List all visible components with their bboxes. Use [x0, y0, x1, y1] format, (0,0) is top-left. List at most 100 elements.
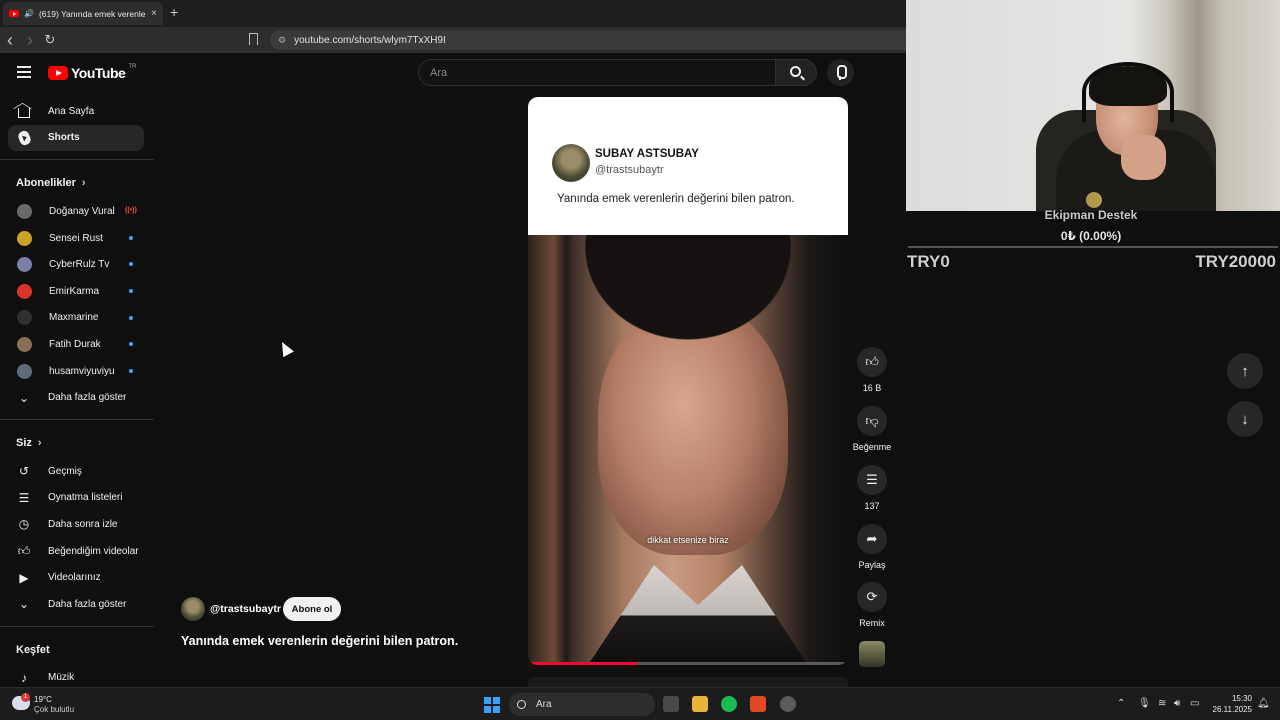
sidebar-item-your-videos[interactable]: ▶ Videolarınız — [0, 564, 154, 591]
new-content-dot — [129, 315, 133, 320]
notification-bell-icon[interactable]: 🔔︎ — [1257, 698, 1270, 709]
browser-tab[interactable]: 🔊 (619) Yanında emek verenleri × — [3, 2, 163, 25]
subscribe-button[interactable]: Abone ol — [283, 597, 341, 621]
previous-short-button[interactable]: ↑ — [1227, 353, 1263, 389]
show-more-you[interactable]: ⌄ Daha fazla göster — [0, 591, 154, 618]
youtube-logo[interactable]: YouTube TR — [48, 64, 136, 81]
channel-handle[interactable]: @trastsubaytr — [210, 603, 281, 615]
remix-label: Remix — [859, 618, 885, 628]
spotify-icon[interactable] — [721, 696, 737, 712]
sidebar-item-label: Maxmarine — [49, 312, 99, 324]
file-explorer-icon[interactable] — [692, 696, 708, 712]
url-text: youtube.com/shorts/wlym7TxXH9I — [294, 34, 446, 46]
youtube-favicon-icon — [9, 10, 19, 17]
bookmark-icon[interactable] — [249, 33, 258, 45]
donation-progress-bar — [908, 246, 1278, 248]
speaker-icon[interactable]: 🔊 — [24, 9, 34, 18]
arrow-up-icon: ↑ — [1241, 362, 1249, 380]
tab-close-icon[interactable]: × — [151, 8, 157, 19]
site-info-icon[interactable]: ⚙ — [278, 35, 286, 46]
brave-browser-icon[interactable] — [750, 696, 766, 712]
sidebar-item-label: Sensei Rust — [49, 232, 103, 244]
wifi-icon[interactable]: ≋ — [1158, 698, 1166, 709]
short-player[interactable]: SUBAY ASTSUBAY @trastsubaytr Yanında eme… — [528, 97, 848, 665]
donation-goal-min: TRY0 — [907, 252, 950, 271]
divider — [0, 159, 154, 161]
video-frame[interactable]: dikkat etsenize biraz — [528, 235, 848, 665]
live-indicator-icon: ((•)) — [125, 207, 137, 215]
next-short-button[interactable]: ↓ — [1227, 401, 1263, 437]
remix-button[interactable]: ⟳ Remix — [852, 582, 892, 628]
channel-avatar[interactable] — [181, 597, 205, 621]
volume-icon[interactable]: 🔊︎ — [1174, 698, 1180, 709]
weather-description[interactable]: Çok bulutlu — [34, 705, 74, 714]
sidebar-item-label: Geçmiş — [48, 465, 82, 477]
task-view-icon[interactable] — [663, 696, 679, 712]
sidebar-item-subscription[interactable]: Sensei Rust — [0, 225, 154, 252]
sidebar-item-home[interactable]: Ana Sayfa — [0, 98, 154, 125]
forward-button[interactable]: › — [20, 30, 40, 51]
weather-temperature[interactable]: 19°C — [34, 695, 52, 704]
sidebar-item-subscription[interactable]: Fatih Durak — [0, 331, 154, 358]
sidebar: Ana Sayfa Shorts Abonelikler › Doğanay V… — [0, 98, 154, 691]
sidebar-item-history[interactable]: ↺ Geçmiş — [0, 458, 154, 485]
sidebar-item-subscription[interactable]: CyberRulz Tv — [0, 251, 154, 278]
url-field[interactable]: ⚙ youtube.com/shorts/wlym7TxXH9I — [270, 30, 906, 50]
remix-icon: ⟳ — [857, 582, 887, 612]
new-content-dot — [129, 368, 133, 373]
sidebar-item-subscription[interactable]: Doğanay Vural ((•)) — [0, 198, 154, 225]
sidebar-item-liked-videos[interactable]: 👍︎ Beğendiğim videolar — [0, 538, 154, 565]
tab-title: (619) Yanında emek verenleri — [38, 8, 147, 19]
sidebar-item-label: Beğendiğim videolar — [48, 545, 139, 557]
sidebar-item-shorts[interactable]: Shorts — [8, 124, 144, 152]
arrow-down-icon: ↓ — [1241, 410, 1249, 428]
you-heading[interactable]: Siz › — [0, 428, 154, 458]
sidebar-item-playlists[interactable]: ☰ Oynatma listeleri — [0, 485, 154, 512]
chevron-up-icon[interactable]: ⌃ — [1117, 698, 1125, 709]
show-more-label: Daha fazla göster — [48, 392, 127, 404]
donation-amount: 0₺ (0.00%) — [1060, 229, 1122, 243]
video-progress-bar[interactable] — [528, 662, 848, 665]
taskbar-date[interactable]: 26.11.2025 — [1212, 705, 1252, 714]
sidebar-item-label: husamviyuviyu — [49, 365, 115, 377]
new-content-dot — [129, 262, 133, 267]
video-icon: ▶ — [19, 570, 29, 585]
dislike-button[interactable]: 👎︎ Beğenme — [852, 406, 892, 452]
steam-icon[interactable] — [780, 696, 796, 712]
channel-avatar — [17, 283, 32, 299]
search-button[interactable] — [775, 59, 817, 86]
logo-text: YouTube — [71, 65, 126, 81]
tweet-card: SUBAY ASTSUBAY @trastsubaytr Yanında eme… — [528, 97, 848, 235]
webcam-hand — [1121, 135, 1166, 180]
windows-start-icon[interactable] — [484, 697, 500, 713]
channel-avatar — [17, 363, 32, 379]
share-button[interactable]: ➦ Paylaş — [852, 524, 892, 570]
taskbar-time[interactable]: 15:30 — [1222, 694, 1252, 703]
battery-icon[interactable]: ▭ — [1190, 698, 1199, 709]
taskbar-search[interactable]: Ara — [509, 693, 655, 716]
show-more-label: Daha fazla göster — [48, 598, 127, 610]
microphone-icon[interactable]: 🎙︎ — [1138, 698, 1151, 709]
back-button[interactable]: ‹ — [0, 30, 20, 51]
donation-goal-max: TRY20000 — [1195, 252, 1276, 271]
sound-thumbnail[interactable] — [859, 641, 885, 667]
reload-button[interactable]: ↻ — [40, 32, 60, 48]
comments-button[interactable]: ☰ 137 — [852, 465, 892, 511]
subscriptions-heading[interactable]: Abonelikler › — [0, 168, 154, 198]
sidebar-item-watch-later[interactable]: ◷ Daha sonra izle — [0, 511, 154, 538]
search-input[interactable]: Ara — [418, 59, 776, 86]
address-bar: ‹ › ↻ ⚙ youtube.com/shorts/wlym7TxXH9I — [0, 27, 906, 53]
sidebar-item-subscription[interactable]: Maxmarine — [0, 305, 154, 332]
voice-search-icon[interactable] — [827, 59, 854, 86]
like-button[interactable]: 👍︎ 16 B — [852, 347, 892, 393]
show-more-subscriptions[interactable]: ⌄ Daha fazla göster — [0, 384, 154, 411]
channel-avatar — [17, 257, 32, 273]
menu-icon[interactable] — [17, 66, 31, 78]
new-tab-button[interactable]: + — [170, 4, 178, 20]
new-content-dot — [129, 235, 133, 240]
search-placeholder: Ara — [430, 66, 448, 79]
jersey-logo — [1086, 192, 1102, 208]
sidebar-item-subscription[interactable]: husamviyuviyu — [0, 358, 154, 385]
sidebar-item-subscription[interactable]: EmirKarma — [0, 278, 154, 305]
thumbs-up-icon: 👍︎ — [17, 543, 31, 558]
